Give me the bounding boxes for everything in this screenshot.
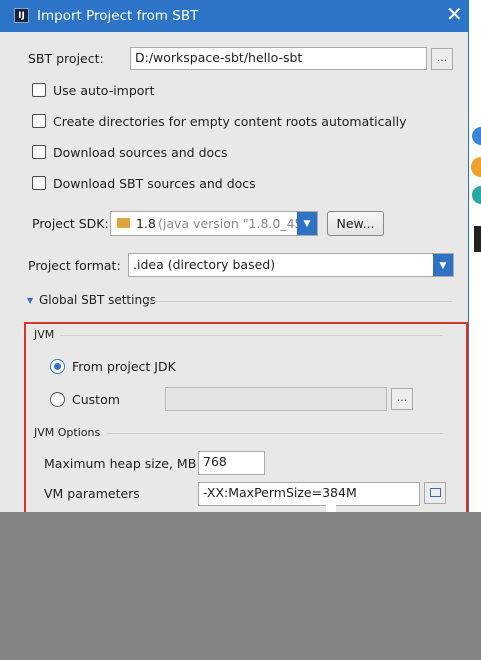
new-sdk-button[interactable]: New... [327,211,384,236]
sdk-detail: (java version "1.8.0_45") [158,216,314,231]
sbt-project-label: SBT project: [28,51,104,66]
chevron-down-icon: ▼ [297,212,317,235]
download-sources-checkbox[interactable] [32,145,46,159]
chevron-down-icon: ▼ [433,254,453,276]
sbt-project-browse-button[interactable]: ... [431,48,453,70]
create-dirs-label: Create directories for empty content roo… [53,114,407,129]
folder-icon [117,218,130,228]
window-title: Import Project from SBT [37,8,199,24]
import-dialog: IJ Import Project from SBT ✕ SBT project… [0,0,469,512]
project-sdk-dropdown[interactable]: 1.8 (java version "1.8.0_45") ▼ [110,211,318,236]
project-sdk-label: Project SDK: [32,216,109,231]
download-sbt-sources-label: Download SBT sources and docs [53,176,256,191]
global-settings-separator [145,301,452,302]
close-icon[interactable]: ✕ [446,4,463,24]
intellij-app-icon: IJ [14,8,29,23]
sdk-version: 1.8 [136,216,156,231]
title-bar: IJ Import Project from SBT ✕ [0,0,468,32]
auto-import-label: Use auto-import [53,83,155,98]
sbt-project-path-field[interactable]: D:/workspace-sbt/hello-sbt [130,47,427,70]
download-sbt-sources-checkbox[interactable] [32,176,46,190]
project-format-label: Project format: [28,258,121,273]
download-sources-label: Download sources and docs [53,145,228,160]
auto-import-checkbox[interactable] [32,83,46,97]
create-dirs-checkbox[interactable] [32,114,46,128]
expand-triangle-icon[interactable]: ▼ [27,296,33,305]
background-window-strip [468,0,481,512]
project-format-dropdown[interactable]: .idea (directory based) ▼ [128,253,454,277]
background-dark-block [474,226,481,252]
global-sbt-settings-title[interactable]: Global SBT settings [39,293,156,307]
project-format-value: .idea (directory based) [133,257,276,272]
highlight-annotation-box [24,322,468,512]
background-fragment [326,500,336,512]
